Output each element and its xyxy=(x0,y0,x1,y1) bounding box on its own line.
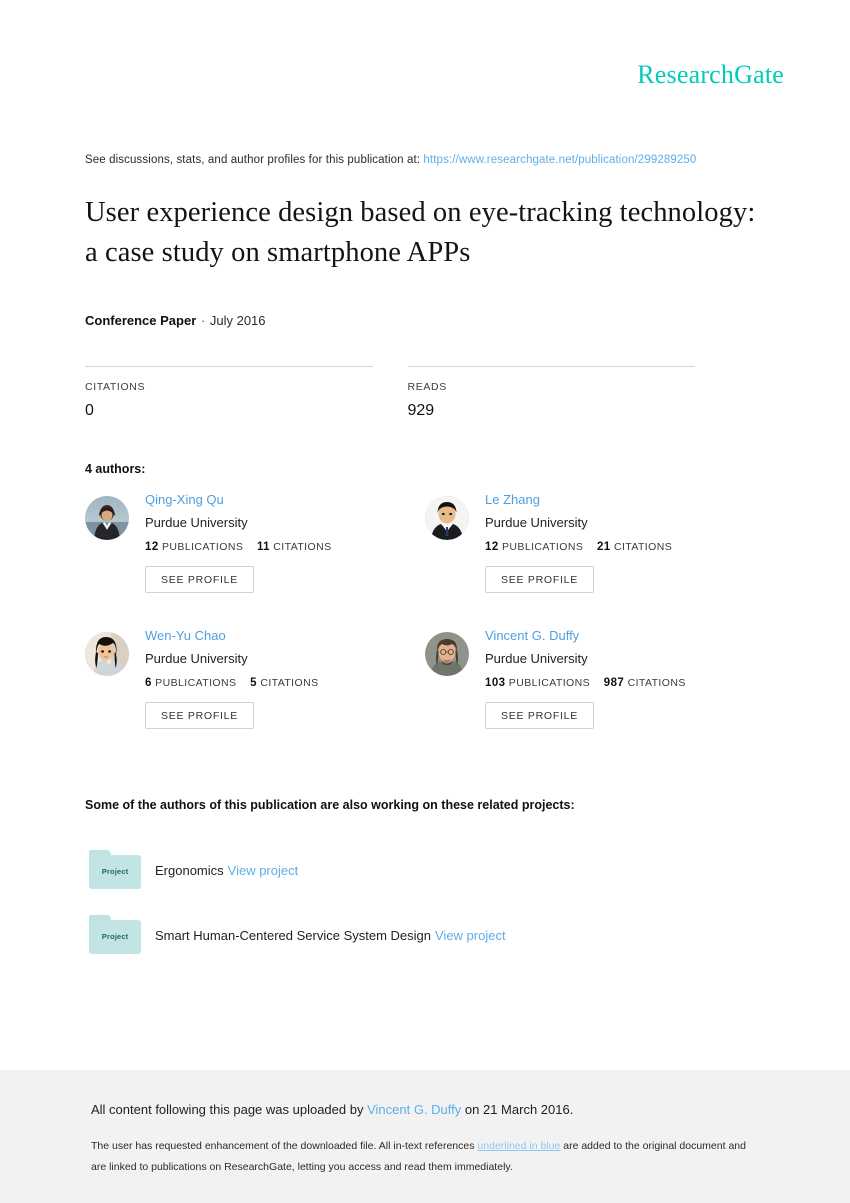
avatar-vincent-g-duffy xyxy=(425,632,469,676)
author-publications-count: 103 xyxy=(485,676,506,689)
author-stats: 12 PUBLICATIONS 21 CITATIONS xyxy=(485,541,672,553)
author-affiliation: Purdue University xyxy=(485,650,588,666)
project-row: Project Smart Human-Centered Service Sys… xyxy=(89,903,789,968)
author-card: Vincent G. Duffy Purdue University 103 P… xyxy=(425,628,765,764)
avatar-le-zhang xyxy=(425,496,469,540)
author-affiliation: Purdue University xyxy=(145,514,248,530)
folder-label: Project xyxy=(101,932,129,941)
footer-prefix: All content following this page was uplo… xyxy=(91,1102,364,1117)
footer-note: The user has requested enhancement of th… xyxy=(91,1136,751,1178)
citations-label: CITATIONS xyxy=(260,676,319,689)
stat-label: CITATIONS xyxy=(85,381,146,393)
author-name-link[interactable]: Qing-Xing Qu xyxy=(145,492,332,508)
researchgate-logo: ResearchGate xyxy=(637,60,784,89)
authors-heading: 4 authors: xyxy=(85,462,146,476)
project-text: Ergonomics View project xyxy=(155,863,298,878)
folder-body: Project xyxy=(89,919,141,954)
author-card: Qing-Xing Qu Purdue University 12 PUBLIC… xyxy=(85,492,425,628)
project-folder-icon: Project xyxy=(89,849,141,892)
publication-date: July 2016 xyxy=(209,313,266,328)
author-name-link[interactable]: Vincent G. Duffy xyxy=(485,628,686,644)
author-publications-count: 12 xyxy=(145,540,159,553)
footer-note-highlight: underlined in blue xyxy=(477,1140,561,1152)
projects-heading: Some of the authors of this publication … xyxy=(85,798,575,812)
author-citations-count: 5 xyxy=(250,676,257,689)
view-project-link[interactable]: View project xyxy=(228,863,299,878)
publication-meta: Conference Paper · July 2016 xyxy=(85,313,266,328)
author-card: Le Zhang Purdue University 12 PUBLICATIO… xyxy=(425,492,765,628)
publication-url-link[interactable]: https://www.researchgate.net/publication… xyxy=(423,154,696,166)
publications-label: PUBLICATIONS xyxy=(161,540,244,553)
publications-label: PUBLICATIONS xyxy=(155,676,237,689)
author-citations-count: 987 xyxy=(603,676,625,689)
researchgate-cover-page: ResearchGate See discussions, stats, and… xyxy=(0,0,850,1203)
project-row: Project Ergonomics View project xyxy=(89,838,789,903)
publication-type: Conference Paper xyxy=(85,313,197,328)
author-info: Le Zhang Purdue University 12 PUBLICATIO… xyxy=(485,492,672,594)
footer-note-part1: The user has requested enhancement of th… xyxy=(91,1140,475,1152)
author-name-link[interactable]: Le Zhang xyxy=(485,492,672,508)
project-title: Smart Human-Centered Service System Desi… xyxy=(155,928,431,943)
stat-reads: READS 929 xyxy=(407,366,695,420)
author-affiliation: Purdue University xyxy=(145,650,248,666)
project-text: Smart Human-Centered Service System Desi… xyxy=(155,928,506,943)
author-citations-count: 21 xyxy=(596,540,611,553)
footer-upload-line: All content following this page was uplo… xyxy=(91,1102,573,1117)
author-publications-count: 12 xyxy=(485,540,499,553)
citations-label: CITATIONS xyxy=(273,540,332,553)
author-info: Wen-Yu Chao Purdue University 6 PUBLICAT… xyxy=(145,628,319,730)
stat-citations: CITATIONS 0 xyxy=(85,366,373,420)
projects-list: Project Ergonomics View project Project S… xyxy=(89,838,789,968)
citations-label: CITATIONS xyxy=(613,540,673,553)
avatar-qing-xing-qu xyxy=(85,496,129,540)
footer: All content following this page was uplo… xyxy=(0,1070,850,1203)
discussion-prefix: See discussions, stats, and author profi… xyxy=(85,154,421,166)
authors-grid: Qing-Xing Qu Purdue University 12 PUBLIC… xyxy=(85,492,785,764)
avatar-wen-yu-chao xyxy=(85,632,129,676)
author-stats: 12 PUBLICATIONS 11 CITATIONS xyxy=(145,541,332,553)
author-info: Qing-Xing Qu Purdue University 12 PUBLIC… xyxy=(145,492,332,594)
author-citations-count: 11 xyxy=(256,540,270,553)
stat-label: READS xyxy=(407,381,447,393)
publications-label: PUBLICATIONS xyxy=(508,676,591,689)
project-folder-icon: Project xyxy=(89,914,141,957)
author-stats: 6 PUBLICATIONS 5 CITATIONS xyxy=(145,677,319,689)
see-profile-button[interactable]: SEE PROFILE xyxy=(485,701,594,730)
folder-label: Project xyxy=(101,867,129,876)
researchgate-brand: ResearchGate xyxy=(637,62,784,88)
author-affiliation: Purdue University xyxy=(485,514,588,530)
see-profile-button[interactable]: SEE PROFILE xyxy=(145,701,254,730)
footer-uploader-link[interactable]: Vincent G. Duffy xyxy=(367,1102,461,1117)
see-profile-button[interactable]: SEE PROFILE xyxy=(485,565,594,594)
author-stats: 103 PUBLICATIONS 987 CITATIONS xyxy=(485,677,686,689)
footer-suffix: on 21 March 2016. xyxy=(464,1102,574,1117)
author-card: Wen-Yu Chao Purdue University 6 PUBLICAT… xyxy=(85,628,425,764)
view-project-link[interactable]: View project xyxy=(435,928,506,943)
page-title: User experience design based on eye-trac… xyxy=(85,197,756,269)
discussion-line: See discussions, stats, and author profi… xyxy=(85,154,696,166)
author-name-link[interactable]: Wen-Yu Chao xyxy=(145,628,319,644)
stat-value: 929 xyxy=(407,402,435,419)
stats-row: CITATIONS 0 READS 929 xyxy=(85,366,730,420)
stat-value: 0 xyxy=(85,402,94,419)
author-info: Vincent G. Duffy Purdue University 103 P… xyxy=(485,628,686,730)
author-publications-count: 6 xyxy=(145,676,152,689)
stat-divider xyxy=(85,366,373,367)
citations-label: CITATIONS xyxy=(627,676,686,689)
publications-label: PUBLICATIONS xyxy=(501,540,584,553)
project-title: Ergonomics xyxy=(155,863,224,878)
stat-divider xyxy=(407,366,695,367)
meta-separator: · xyxy=(200,313,206,328)
folder-body: Project xyxy=(89,854,141,889)
see-profile-button[interactable]: SEE PROFILE xyxy=(145,565,254,594)
footer-note-part2: are added to the original document xyxy=(563,1140,726,1152)
